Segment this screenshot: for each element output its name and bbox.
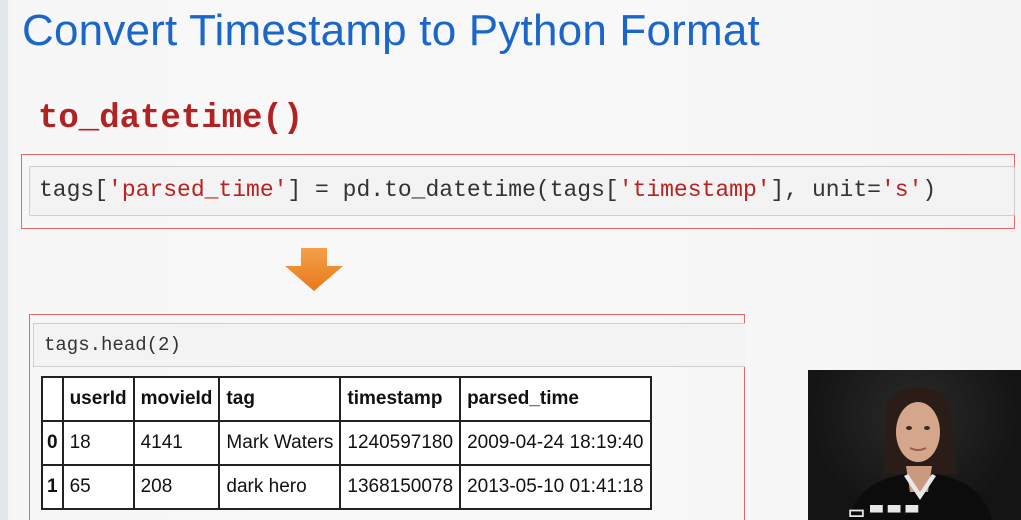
- table-cell: 1240597180: [339, 420, 462, 466]
- code-string: 'timestamp': [618, 177, 771, 203]
- table-cell: 18: [61, 420, 135, 466]
- table-row: 1 65 208 dark hero 1368150078 2013-05-10…: [41, 464, 652, 510]
- table-header-cell: tag: [218, 376, 342, 422]
- dataframe-table: userId movieId tag timestamp parsed_time…: [41, 376, 652, 510]
- table-cell: 4141: [132, 420, 221, 466]
- presenter-figure: [848, 387, 992, 520]
- table-header-row: userId movieId tag timestamp parsed_time: [41, 376, 652, 422]
- code-string: 's': [880, 177, 923, 203]
- table-cell: Mark Waters: [218, 420, 342, 466]
- row-index: 0: [41, 420, 64, 466]
- presenter-video: [808, 370, 1021, 520]
- table-header-cell: movieId: [132, 376, 221, 422]
- code-line-parsed-time: tags['parsed_time'] = pd.to_datetime(tag…: [39, 177, 936, 203]
- code-line-head: tags.head(2): [44, 334, 181, 356]
- table-header-cell: timestamp: [339, 376, 462, 422]
- table-cell: 1368150078: [339, 464, 462, 510]
- video-watermark: ▭ ▀ ▀ ▀: [848, 505, 919, 520]
- function-heading: to_datetime(): [38, 100, 304, 138]
- code-number: 2: [158, 334, 170, 356]
- table-cell: 208: [132, 464, 221, 510]
- table-cell: 65: [61, 464, 135, 510]
- table-row: 0 18 4141 Mark Waters 1240597180 2009-04…: [41, 420, 652, 466]
- code-token: ): [922, 177, 937, 203]
- down-arrow-icon: [285, 248, 343, 291]
- code-token: tags.head(: [44, 334, 159, 356]
- code-token: ] = pd.to_datetime(tags[: [287, 177, 619, 203]
- code-token: ], unit=: [770, 177, 881, 203]
- code-token: ): [169, 334, 181, 356]
- row-index: 1: [41, 464, 64, 510]
- table-cell: 2009-04-24 18:19:40: [459, 420, 652, 466]
- table-cell: 2013-05-10 01:41:18: [459, 464, 652, 510]
- table-header-cell: [41, 376, 64, 422]
- code-token: tags[: [39, 177, 109, 203]
- slide-title: Convert Timestamp to Python Format: [22, 6, 760, 55]
- code-string: 'parsed_time': [108, 177, 288, 203]
- table-cell: dark hero: [218, 464, 342, 510]
- table-header-cell: userId: [61, 376, 135, 422]
- table-header-cell: parsed_time: [459, 376, 652, 422]
- left-rail: [0, 0, 8, 520]
